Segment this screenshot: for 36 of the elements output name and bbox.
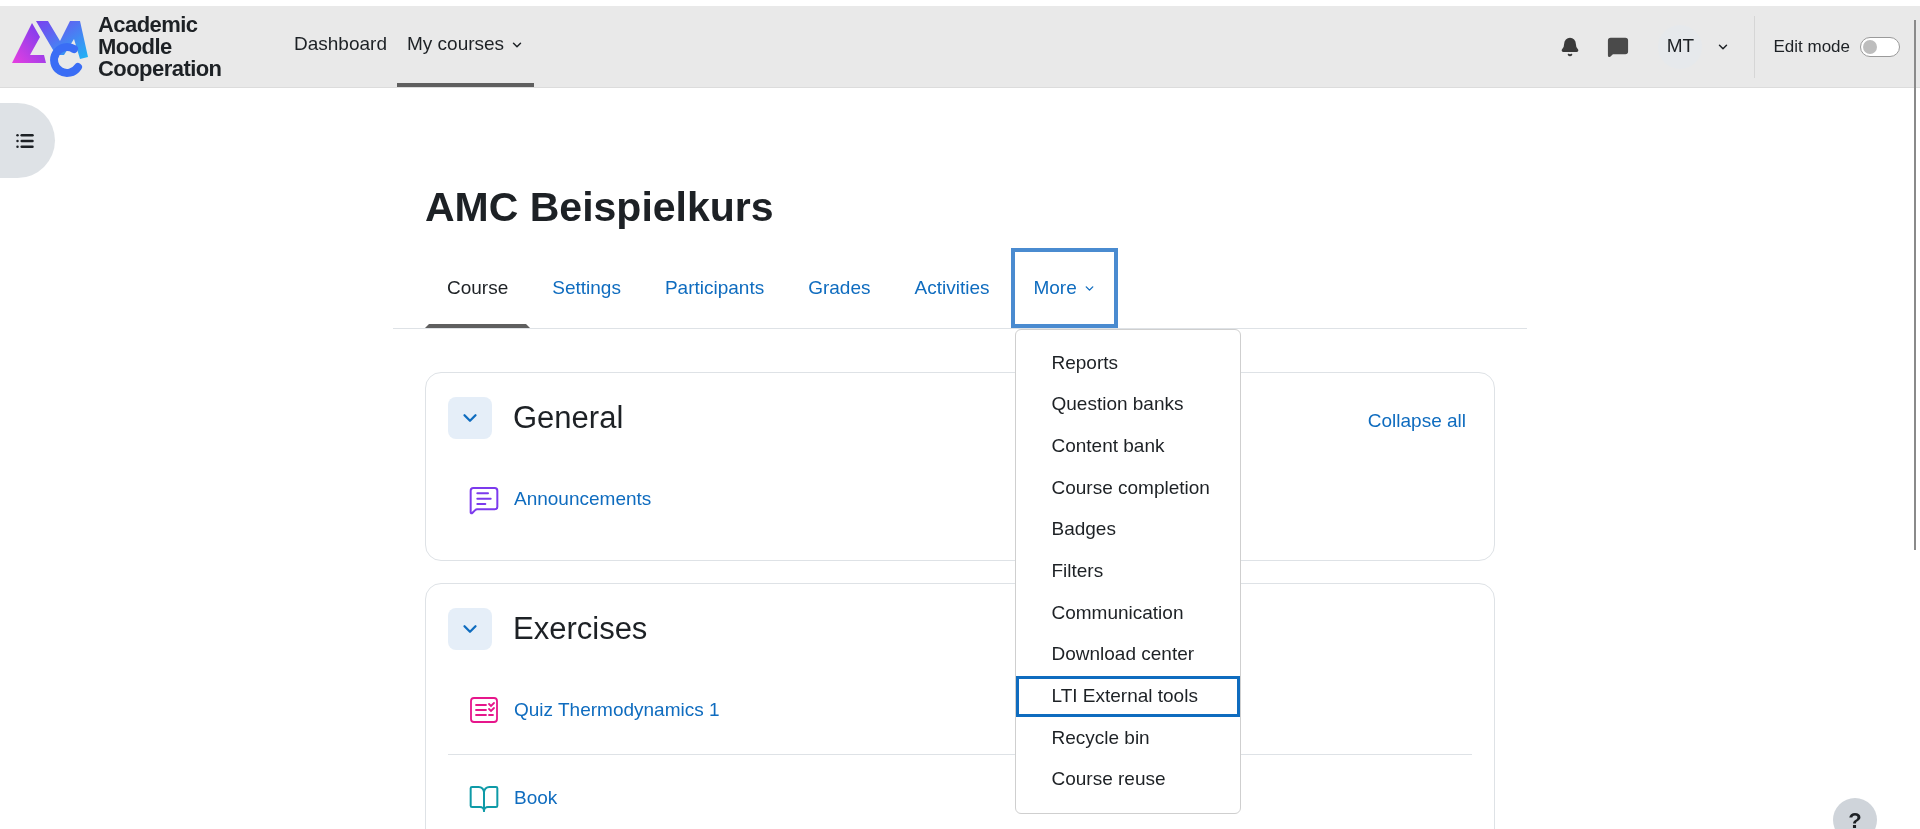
- nav-link[interactable]: Dashboard: [284, 6, 397, 87]
- chat-icon: [1607, 35, 1630, 58]
- menu-item[interactable]: Reports: [1016, 342, 1241, 384]
- logo-text: Academic: [98, 13, 199, 36]
- collapse-all-link[interactable]: Collapse all: [1367, 407, 1466, 436]
- menu-item[interactable]: Question banks: [1016, 383, 1241, 426]
- course-tab[interactable]: Course: [425, 248, 531, 328]
- course-index-button[interactable]: [0, 103, 55, 178]
- menu-item[interactable]: LTI External tools: [1016, 675, 1241, 718]
- edit-mode-switch[interactable]: [1860, 36, 1900, 57]
- course-tab[interactable]: Grades: [786, 248, 893, 328]
- section-title: Exercises: [513, 609, 648, 648]
- nav-link[interactable]: My courses: [396, 6, 535, 87]
- edit-mode-label: Edit mode: [1773, 35, 1850, 58]
- logo-text: Cooperation: [98, 57, 222, 80]
- activity-link[interactable]: Announcements: [514, 485, 652, 514]
- checklist-icon: [468, 694, 500, 726]
- section-title: General: [513, 399, 624, 437]
- help-button[interactable]: ?: [1833, 798, 1877, 829]
- menu-item[interactable]: Recycle bin: [1016, 717, 1241, 759]
- course-title: AMC Beispielkurs: [425, 184, 774, 230]
- logo-text: Moodle: [98, 35, 173, 58]
- activity-link[interactable]: Quiz Thermodynamics 1: [514, 695, 720, 725]
- activity-link[interactable]: Book: [514, 784, 558, 813]
- menu-item[interactable]: Course completion: [1016, 467, 1241, 509]
- menu-item[interactable]: Content bank: [1016, 425, 1241, 468]
- course-tab[interactable]: More: [1011, 248, 1118, 328]
- course-tab[interactable]: Settings: [530, 248, 643, 328]
- course-tab[interactable]: Activities: [892, 248, 1012, 328]
- course-tab[interactable]: Participants: [642, 248, 787, 328]
- menu-item[interactable]: Course reuse: [1016, 758, 1241, 801]
- menu-item[interactable]: Badges: [1016, 508, 1241, 551]
- menu-item[interactable]: Download center: [1016, 633, 1241, 676]
- menu-item[interactable]: Filters: [1016, 550, 1241, 593]
- bell-icon: [1560, 36, 1581, 57]
- menu-item[interactable]: Communication: [1016, 592, 1241, 634]
